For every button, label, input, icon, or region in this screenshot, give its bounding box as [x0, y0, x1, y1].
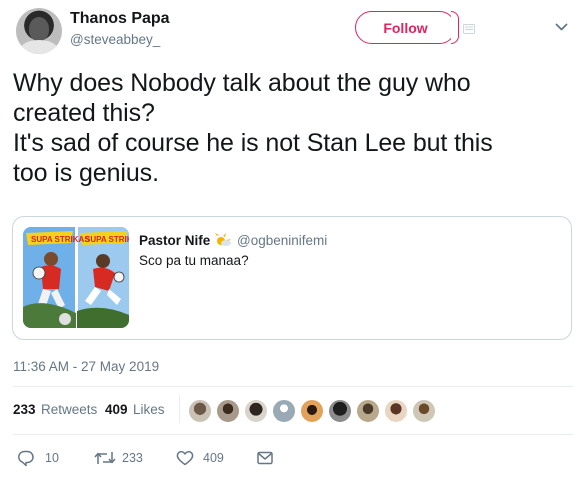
divider-top	[13, 386, 573, 387]
reply-count[interactable]: 10	[45, 451, 59, 465]
quoted-tweet-image[interactable]: SUPA STRIKAS SUPA STRIKAS	[23, 227, 129, 328]
comic-cover-art: SUPA STRIKAS SUPA STRIKAS	[23, 227, 129, 328]
author-avatar[interactable]	[16, 8, 62, 54]
author-display-name[interactable]: Thanos Papa	[70, 10, 170, 28]
cover-title-left: SUPA STRIKAS	[31, 235, 90, 244]
liker-avatar-8[interactable]	[384, 399, 408, 423]
liker-avatar-4[interactable]	[272, 399, 296, 423]
divider-bottom	[13, 434, 573, 435]
quoted-tweet-text: Sco pa tu manaa?	[139, 253, 249, 268]
liker-avatar-2[interactable]	[216, 399, 240, 423]
quoted-author-name[interactable]: Pastor Nife	[139, 233, 210, 248]
follow-button[interactable]: Follow	[355, 11, 456, 44]
stats-separator	[179, 395, 180, 423]
avatar-shirt	[20, 40, 58, 54]
profile-card-icon[interactable]	[463, 24, 475, 34]
chevron-down-icon[interactable]	[555, 22, 568, 32]
avatar-face	[29, 17, 49, 41]
liker-avatar-6[interactable]	[328, 399, 352, 423]
liker-avatar-3[interactable]	[244, 399, 268, 423]
reply-icon[interactable]	[17, 449, 35, 467]
retweets-count[interactable]: 233	[13, 402, 36, 417]
author-handle[interactable]: @steveabbey_	[70, 32, 160, 47]
quoted-author-handle[interactable]: @ogbeninifemi	[237, 233, 327, 248]
sun-emoji-icon	[215, 233, 231, 246]
follow-button-edge	[451, 11, 459, 44]
like-heart-icon[interactable]	[176, 449, 194, 467]
liker-avatar-1[interactable]	[188, 399, 212, 423]
tweet-timestamp[interactable]: 11:36 AM - 27 May 2019	[13, 359, 159, 374]
like-count[interactable]: 409	[203, 451, 224, 465]
retweet-icon[interactable]	[94, 449, 116, 467]
likes-label[interactable]: Likes	[133, 402, 165, 417]
liker-avatar-9[interactable]	[412, 399, 436, 423]
retweet-count[interactable]: 233	[122, 451, 143, 465]
likes-count[interactable]: 409	[105, 402, 128, 417]
cover-title-right: SUPA STRIKAS	[85, 235, 129, 244]
tweet-text: Why does Nobody talk about the guy who c…	[13, 69, 493, 187]
direct-message-icon[interactable]	[256, 449, 274, 467]
liker-avatar-7[interactable]	[356, 399, 380, 423]
retweets-label[interactable]: Retweets	[41, 402, 97, 417]
liker-avatar-5[interactable]	[300, 399, 324, 423]
